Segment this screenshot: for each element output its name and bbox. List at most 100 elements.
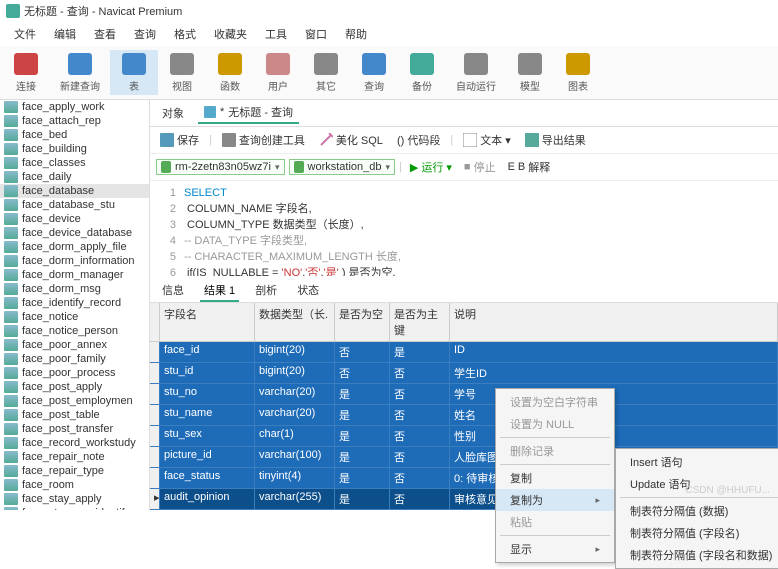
menu-文件[interactable]: 文件 — [6, 24, 44, 44]
table-face_database[interactable]: face_database — [0, 184, 149, 198]
table-row[interactable]: face_idbigint(20)否是ID — [150, 342, 778, 363]
ctx-delete[interactable]: 删除记录 — [496, 440, 614, 462]
ctx-copy-as[interactable]: 复制为▸ — [496, 489, 614, 511]
table-face_dorm_apply_file[interactable]: face_dorm_apply_file — [0, 240, 149, 254]
table-face_post_transfer[interactable]: face_post_transfer — [0, 422, 149, 436]
table-row[interactable]: stu_novarchar(20)是否学号 — [150, 384, 778, 405]
ctx-copy[interactable]: 复制 — [496, 467, 614, 489]
menu-编辑[interactable]: 编辑 — [46, 24, 84, 44]
ctx-set-null[interactable]: 设置为 NULL — [496, 413, 614, 435]
menu-格式[interactable]: 格式 — [166, 24, 204, 44]
menu-查看[interactable]: 查看 — [86, 24, 124, 44]
table-face_bed[interactable]: face_bed — [0, 128, 149, 142]
ctx-paste[interactable]: 粘贴 — [496, 511, 614, 533]
table-face_device[interactable]: face_device — [0, 212, 149, 226]
export-icon — [525, 133, 539, 147]
app-icon — [6, 4, 20, 18]
sub-tab-field[interactable]: 制表符分隔值 (字段名) — [616, 522, 778, 544]
tb-连接[interactable]: 连接 — [2, 50, 50, 95]
menu-窗口[interactable]: 窗口 — [297, 24, 335, 44]
table-face_poor_annex[interactable]: face_poor_annex — [0, 338, 149, 352]
menu-帮助[interactable]: 帮助 — [337, 24, 375, 44]
table-tree[interactable]: face_apply_workface_attach_repface_bedfa… — [0, 100, 150, 510]
grid-header: 字段名数据类型（长.是否为空是否为主键说明 — [150, 303, 778, 342]
table-row[interactable]: stu_sexchar(1)是否性别 — [150, 426, 778, 447]
tb-函数[interactable]: 函数 — [206, 50, 254, 95]
save-icon — [160, 133, 174, 147]
table-face_dorm_msg[interactable]: face_dorm_msg — [0, 282, 149, 296]
db-icon — [294, 161, 304, 173]
table-face_notice_person[interactable]: face_notice_person — [0, 324, 149, 338]
tb-备份[interactable]: 备份 — [398, 50, 446, 95]
table-face_poor_family[interactable]: face_poor_family — [0, 352, 149, 366]
table-face_record_workstudy[interactable]: face_record_workstudy — [0, 436, 149, 450]
table-face_attach_rep[interactable]: face_attach_rep — [0, 114, 149, 128]
table-face_room[interactable]: face_room — [0, 478, 149, 492]
restab-0[interactable]: 信息 — [158, 280, 188, 302]
context-submenu[interactable]: Insert 语句 Update 语句 制表符分隔值 (数据) 制表符分隔值 (… — [615, 448, 778, 569]
tb-其它[interactable]: 其它 — [302, 50, 350, 95]
table-face_post_apply[interactable]: face_post_apply — [0, 380, 149, 394]
server-select[interactable]: rm-2zetn83n05wz7i▾ — [156, 159, 285, 175]
table-face_repair_note[interactable]: face_repair_note — [0, 450, 149, 464]
tb-模型[interactable]: 模型 — [506, 50, 554, 95]
titlebar: 无标题 - 查询 - Navicat Premium — [0, 0, 778, 22]
table-face_notice[interactable]: face_notice — [0, 310, 149, 324]
connection-row: rm-2zetn83n05wz7i▾ workstation_db▾ | ▶ 运… — [150, 154, 778, 181]
table-face_stranger_identify_[interactable]: face_stranger_identify_ — [0, 506, 149, 510]
table-face_building[interactable]: face_building — [0, 142, 149, 156]
sub-tab-both[interactable]: 制表符分隔值 (字段名和数据) — [616, 544, 778, 566]
table-face_dorm_information[interactable]: face_dorm_information — [0, 254, 149, 268]
stop-button: ■ 停止 — [460, 158, 500, 176]
snippet-button[interactable]: () 代码段 — [393, 131, 444, 149]
window-title: 无标题 - 查询 - Navicat Premium — [24, 3, 182, 19]
tab-objects[interactable]: 对象 — [156, 103, 190, 123]
table-face_classes[interactable]: face_classes — [0, 156, 149, 170]
tb-新建查询[interactable]: 新建查询 — [50, 50, 110, 95]
restab-1[interactable]: 结果 1 — [200, 280, 239, 302]
save-button[interactable]: 保存 — [156, 131, 203, 149]
ctx-show[interactable]: 显示▸ — [496, 538, 614, 560]
tb-视图[interactable]: 视图 — [158, 50, 206, 95]
menu-收藏夹[interactable]: 收藏夹 — [206, 24, 255, 44]
beautify-button[interactable]: 美化 SQL — [315, 131, 387, 149]
table-face_database_stu[interactable]: face_database_stu — [0, 198, 149, 212]
tb-自动运行[interactable]: 自动运行 — [446, 50, 506, 95]
sub-tab-data[interactable]: 制表符分隔值 (数据) — [616, 500, 778, 522]
table-face_device_database[interactable]: face_device_database — [0, 226, 149, 240]
export-button[interactable]: 导出结果 — [521, 131, 590, 149]
explain-button[interactable]: EB 解释 — [504, 158, 555, 176]
tb-图表[interactable]: 图表 — [554, 50, 602, 95]
table-face_apply_work[interactable]: face_apply_work — [0, 100, 149, 114]
tab-query[interactable]: * 无标题 - 查询 — [198, 102, 299, 124]
watermark: CSDN @HHUFU... — [685, 485, 770, 496]
table-face_post_employmen[interactable]: face_post_employmen — [0, 394, 149, 408]
table-row[interactable]: stu_namevarchar(20)是否姓名 — [150, 405, 778, 426]
menu-工具[interactable]: 工具 — [257, 24, 295, 44]
restab-2[interactable]: 剖析 — [251, 280, 281, 302]
run-button[interactable]: ▶ 运行 ▾ — [406, 158, 456, 176]
tb-表[interactable]: 表 — [110, 50, 158, 95]
menu-查询[interactable]: 查询 — [126, 24, 164, 44]
tb-查询[interactable]: 查询 — [350, 50, 398, 95]
main-toolbar: 连接新建查询表视图函数用户其它查询备份自动运行模型图表 — [0, 46, 778, 100]
server-icon — [161, 161, 171, 173]
table-face_identify_record[interactable]: face_identify_record — [0, 296, 149, 310]
table-face_post_table[interactable]: face_post_table — [0, 408, 149, 422]
table-row[interactable]: stu_idbigint(20)否否学生ID — [150, 363, 778, 384]
ctx-set-blank[interactable]: 设置为空白字符串 — [496, 391, 614, 413]
db-select[interactable]: workstation_db▾ — [289, 159, 396, 175]
text-button[interactable]: 文本 ▾ — [459, 131, 515, 149]
context-menu[interactable]: 设置为空白字符串 设置为 NULL 删除记录 复制 复制为▸ 粘贴 显示▸ — [495, 388, 615, 563]
table-face_poor_process[interactable]: face_poor_process — [0, 366, 149, 380]
magic-icon — [319, 133, 333, 147]
table-face_repair_type[interactable]: face_repair_type — [0, 464, 149, 478]
query-builder-button[interactable]: 查询创建工具 — [218, 131, 309, 149]
sub-insert[interactable]: Insert 语句 — [616, 451, 778, 473]
table-face_daily[interactable]: face_daily — [0, 170, 149, 184]
tb-用户[interactable]: 用户 — [254, 50, 302, 95]
sql-editor[interactable]: 1SELECT2 COLUMN_NAME 字段名,3 COLUMN_TYPE 数… — [150, 181, 778, 276]
restab-3[interactable]: 状态 — [293, 280, 323, 302]
table-face_dorm_manager[interactable]: face_dorm_manager — [0, 268, 149, 282]
table-face_stay_apply[interactable]: face_stay_apply — [0, 492, 149, 506]
